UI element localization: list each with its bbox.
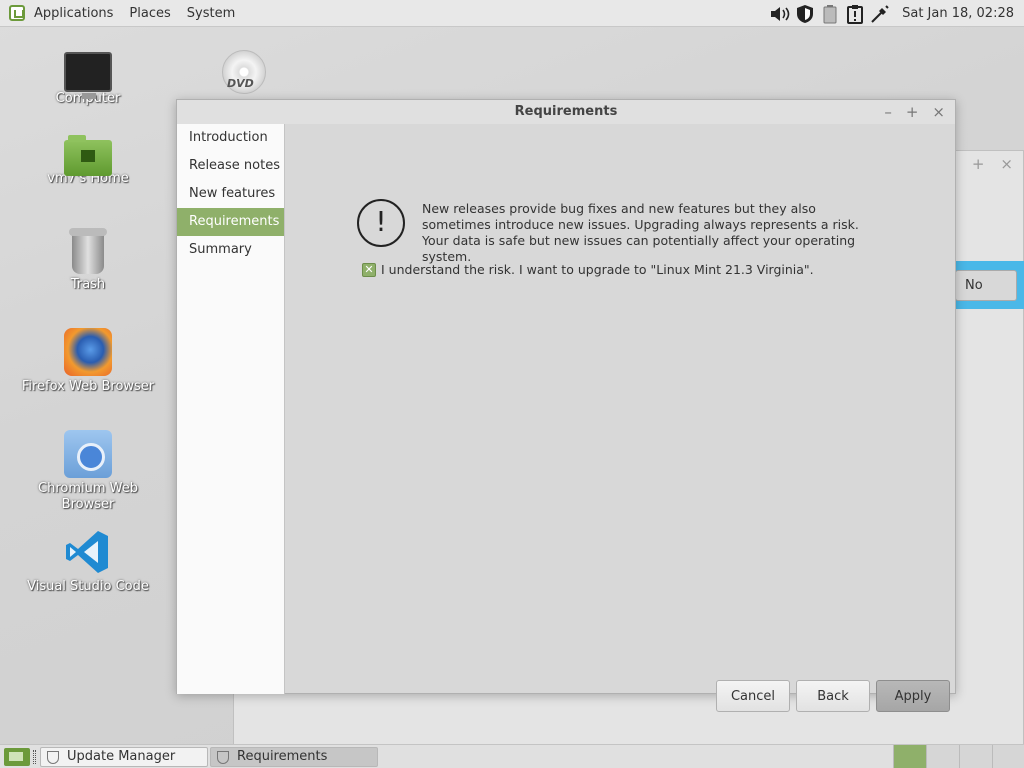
maximize-icon[interactable]: + — [972, 155, 985, 173]
places-menu[interactable]: Places — [129, 6, 170, 21]
vscode-icon — [64, 528, 112, 576]
sidebar-item-introduction[interactable]: Introduction — [177, 124, 284, 152]
desktop-icon-label: Firefox Web Browser — [21, 379, 155, 394]
minimize-icon[interactable]: – — [884, 100, 892, 124]
desktop-icon-firefox[interactable]: Firefox Web Browser — [18, 328, 158, 395]
desktop-icon-label: Chromium Web Browser — [38, 481, 138, 512]
mint-menu-icon[interactable] — [9, 5, 25, 21]
dialog-title: Requirements — [514, 104, 618, 119]
taskbar-item-label: Requirements — [237, 749, 328, 764]
dvd-label: DVD — [227, 77, 254, 90]
desktop-icon-label: Trash — [70, 277, 106, 292]
show-desktop-icon[interactable] — [4, 748, 30, 766]
maximize-icon[interactable]: + — [906, 100, 919, 124]
risk-checkbox-label[interactable]: I understand the risk. I want to upgrade… — [381, 262, 814, 277]
volume-icon[interactable] — [769, 3, 791, 25]
firefox-icon — [64, 328, 112, 376]
workspace-3[interactable] — [959, 745, 992, 768]
risk-checkbox-row[interactable]: ✕ I understand the risk. I want to upgra… — [362, 262, 814, 277]
home-folder-icon — [64, 135, 112, 176]
desktop-icon-label: Visual Studio Code — [27, 579, 149, 594]
window-controls: + × — [972, 155, 1013, 173]
dialog-sidebar: Introduction Release notes New features … — [177, 124, 285, 694]
cancel-button[interactable]: Cancel — [716, 680, 790, 712]
desktop-icon-home[interactable]: vm7's Home — [18, 132, 158, 187]
window-controls: – + × — [884, 100, 945, 124]
apply-button[interactable]: Apply — [876, 680, 950, 712]
shield-icon — [47, 751, 59, 764]
shield-icon — [217, 751, 229, 764]
top-panel: Applications Places System Sat Jan 18, 0… — [0, 0, 1024, 27]
close-icon[interactable]: × — [932, 100, 945, 124]
taskbar-item-update-manager[interactable]: Update Manager — [40, 747, 208, 767]
shield-icon[interactable] — [794, 3, 816, 25]
sidebar-item-release-notes[interactable]: Release notes — [177, 152, 284, 180]
desktop-icon-vscode[interactable]: Visual Studio Code — [18, 528, 158, 595]
desktop-icon-chromium[interactable]: Chromium Web Browser — [18, 430, 158, 513]
clock[interactable]: Sat Jan 18, 02:28 — [902, 6, 1014, 21]
workspace-4[interactable] — [992, 745, 1024, 768]
sidebar-item-new-features[interactable]: New features — [177, 180, 284, 208]
taskbar-item-requirements[interactable]: Requirements — [210, 747, 378, 767]
no-button[interactable]: No — [955, 270, 1017, 301]
network-icon[interactable] — [869, 3, 891, 25]
battery-icon[interactable] — [819, 3, 841, 25]
desktop-icon-trash[interactable]: Trash — [18, 228, 158, 293]
clipboard-alert-icon[interactable] — [844, 3, 866, 25]
dialog-titlebar[interactable]: Requirements – + × — [177, 100, 955, 124]
workspace-1[interactable] — [893, 745, 926, 768]
requirements-dialog: Requirements – + × Introduction Release … — [176, 99, 956, 712]
taskbar-item-label: Update Manager — [67, 749, 176, 764]
trash-icon — [69, 228, 107, 274]
dvd-icon[interactable]: DVD — [222, 50, 266, 94]
sidebar-item-summary[interactable]: Summary — [177, 236, 284, 264]
sidebar-item-requirements[interactable]: Requirements — [177, 208, 284, 236]
back-button[interactable]: Back — [796, 680, 870, 712]
panel-handle[interactable] — [33, 750, 36, 764]
computer-icon — [64, 52, 112, 99]
warning-text: New releases provide bug fixes and new f… — [422, 201, 859, 264]
dialog-content: ! New releases provide bug fixes and new… — [286, 124, 956, 712]
applications-menu[interactable]: Applications — [34, 6, 113, 21]
desktop-icon-computer[interactable]: Computer — [18, 48, 158, 107]
chromium-icon — [64, 430, 112, 478]
workspace-2[interactable] — [926, 745, 959, 768]
close-icon[interactable]: × — [1000, 155, 1013, 173]
system-menu[interactable]: System — [187, 6, 235, 21]
system-tray: Sat Jan 18, 02:28 — [769, 0, 1024, 27]
bottom-panel: Update Manager Requirements — [0, 744, 1024, 768]
warning-icon: ! — [357, 199, 405, 247]
risk-checkbox[interactable]: ✕ — [362, 262, 376, 277]
